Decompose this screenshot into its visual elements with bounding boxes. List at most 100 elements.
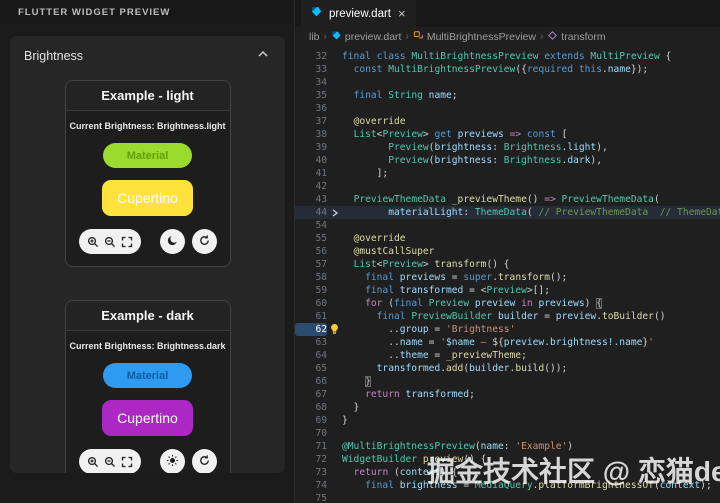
code-line[interactable]: 58 final previews = super.transform(); [295, 271, 720, 284]
line-number: 57 [295, 258, 327, 271]
code-line[interactable]: 54 [295, 219, 720, 232]
collapse-button[interactable] [257, 48, 269, 63]
zoom-in-icon[interactable] [87, 236, 99, 248]
code-line[interactable]: 62 ..group = 'Brightness' [295, 323, 720, 336]
line-number: 66 [295, 375, 327, 388]
code-line[interactable]: 57 List<Preview> transform() { [295, 258, 720, 271]
code-line[interactable]: 74 final brightness = MediaQuery.platfor… [295, 479, 720, 492]
gutter-space [327, 466, 342, 479]
code-line[interactable]: 60 for (final Preview preview in preview… [295, 297, 720, 310]
code-text: for (final Preview preview in previews) … [342, 297, 720, 310]
code-line[interactable]: 59 final transformed = <Preview>[]; [295, 284, 720, 297]
code-text: List<Preview> transform() { [342, 258, 720, 271]
fullscreen-icon[interactable] [121, 236, 133, 248]
code-line[interactable]: 55 @override [295, 232, 720, 245]
code-line[interactable]: 69} [295, 414, 720, 427]
code-line[interactable]: 72WidgetBuilder preview() { [295, 453, 720, 466]
line-number: 39 [295, 141, 327, 154]
breadcrumb-item-file[interactable]: preview.dart [331, 30, 402, 44]
line-number: 38 [295, 128, 327, 141]
code-editor[interactable]: 32final class MultiBrightnessPreview ext… [295, 46, 720, 503]
code-line[interactable]: 43 PreviewThemeData _previewTheme() => P… [295, 193, 720, 206]
breadcrumb-separator: › [405, 31, 408, 42]
brightness-caption: Current Brightness: Brightness.dark [69, 341, 225, 351]
line-number: 63 [295, 336, 327, 349]
gutter-space [327, 388, 342, 401]
gutter-space [327, 453, 342, 466]
code-line[interactable]: 73 return (context) { [295, 466, 720, 479]
line-number: 40 [295, 154, 327, 167]
code-line[interactable]: 70 [295, 427, 720, 440]
code-line[interactable]: 44 materialLight: ThemeData( // PreviewT… [295, 206, 720, 219]
material-button[interactable]: Material [103, 363, 193, 388]
lightbulb-icon[interactable] [327, 323, 342, 336]
code-text: ]; [342, 167, 720, 180]
code-line[interactable]: 39 Preview(brightness: Brightness.light)… [295, 141, 720, 154]
line-number: 67 [295, 388, 327, 401]
code-line[interactable]: 34 [295, 76, 720, 89]
code-line[interactable]: 67 return transformed; [295, 388, 720, 401]
fold-chevron-icon[interactable] [327, 206, 342, 219]
code-line[interactable]: 71@MultiBrightnessPreview(name: 'Example… [295, 440, 720, 453]
breadcrumb-item-method[interactable]: transform [547, 30, 605, 44]
breadcrumb-item-class[interactable]: MultiBrightnessPreview [413, 30, 536, 44]
code-line[interactable]: 64 ..theme = _previewTheme; [295, 349, 720, 362]
code-line[interactable]: 61 final PreviewBuilder builder = previe… [295, 310, 720, 323]
code-text [342, 427, 720, 440]
code-line[interactable]: 66 } [295, 375, 720, 388]
code-text: ..name = '$name – ${preview.brightness!.… [342, 336, 720, 349]
code-text: final PreviewBuilder builder = preview.t… [342, 310, 720, 323]
line-number: 42 [295, 180, 327, 193]
zoom-out-icon[interactable] [104, 236, 116, 248]
code-text: } [342, 375, 720, 388]
cupertino-button[interactable]: Cupertino [102, 400, 193, 436]
code-line[interactable]: 40 Preview(brightness: Brightness.dark), [295, 154, 720, 167]
card-title: Example - light [66, 81, 230, 111]
gutter-space [327, 362, 342, 375]
code-line[interactable]: 56 @mustCallSuper [295, 245, 720, 258]
gutter-space [327, 401, 342, 414]
refresh-button[interactable] [192, 449, 217, 473]
preview-card-dark: Example - dark Current Brightness: Brigh… [65, 300, 231, 473]
brightness-section-header[interactable]: Brightness [10, 36, 285, 67]
close-icon[interactable]: × [397, 7, 407, 20]
line-number: 36 [295, 102, 327, 115]
cupertino-button[interactable]: Cupertino [102, 180, 193, 216]
code-text [342, 219, 720, 232]
tab-preview-dart[interactable]: preview.dart × [301, 0, 416, 27]
gutter-space [327, 128, 342, 141]
line-number: 41 [295, 167, 327, 180]
code-line[interactable]: 63 ..name = '$name – ${preview.brightnes… [295, 336, 720, 349]
light-mode-toggle-button[interactable] [160, 449, 185, 473]
zoom-out-icon[interactable] [104, 456, 116, 468]
zoom-controls [79, 229, 141, 254]
code-line[interactable]: 42 [295, 180, 720, 193]
code-text: ..theme = _previewTheme; [342, 349, 720, 362]
code-line[interactable]: 33 const MultiBrightnessPreview({require… [295, 63, 720, 76]
gutter-space [327, 271, 342, 284]
gutter-space [327, 219, 342, 232]
code-line[interactable]: 41 ]; [295, 167, 720, 180]
code-line[interactable]: 68 } [295, 401, 720, 414]
code-line[interactable]: 35 final String name; [295, 89, 720, 102]
zoom-in-icon[interactable] [87, 456, 99, 468]
code-line[interactable]: 32final class MultiBrightnessPreview ext… [295, 50, 720, 63]
fullscreen-icon[interactable] [121, 456, 133, 468]
dart-logo-icon [331, 30, 342, 44]
material-button[interactable]: Material [103, 143, 193, 168]
dark-mode-toggle-button[interactable] [160, 229, 185, 254]
code-line[interactable]: 65 transformed.add(builder.build()); [295, 362, 720, 375]
code-line[interactable]: 36 [295, 102, 720, 115]
symbol-class-icon [413, 30, 424, 44]
breadcrumb-item-lib[interactable]: lib [309, 31, 320, 43]
line-number: 33 [295, 63, 327, 76]
code-line[interactable]: 38 List<Preview> get previews => const [ [295, 128, 720, 141]
code-line[interactable]: 37 @override [295, 115, 720, 128]
section-title: Brightness [24, 49, 83, 63]
line-number: 44 [295, 206, 327, 219]
panel-title: FLUTTER WIDGET PREVIEW [18, 7, 170, 18]
line-number: 37 [295, 115, 327, 128]
zoom-controls [79, 449, 141, 473]
refresh-button[interactable] [192, 229, 217, 254]
code-line[interactable]: 75 [295, 492, 720, 503]
